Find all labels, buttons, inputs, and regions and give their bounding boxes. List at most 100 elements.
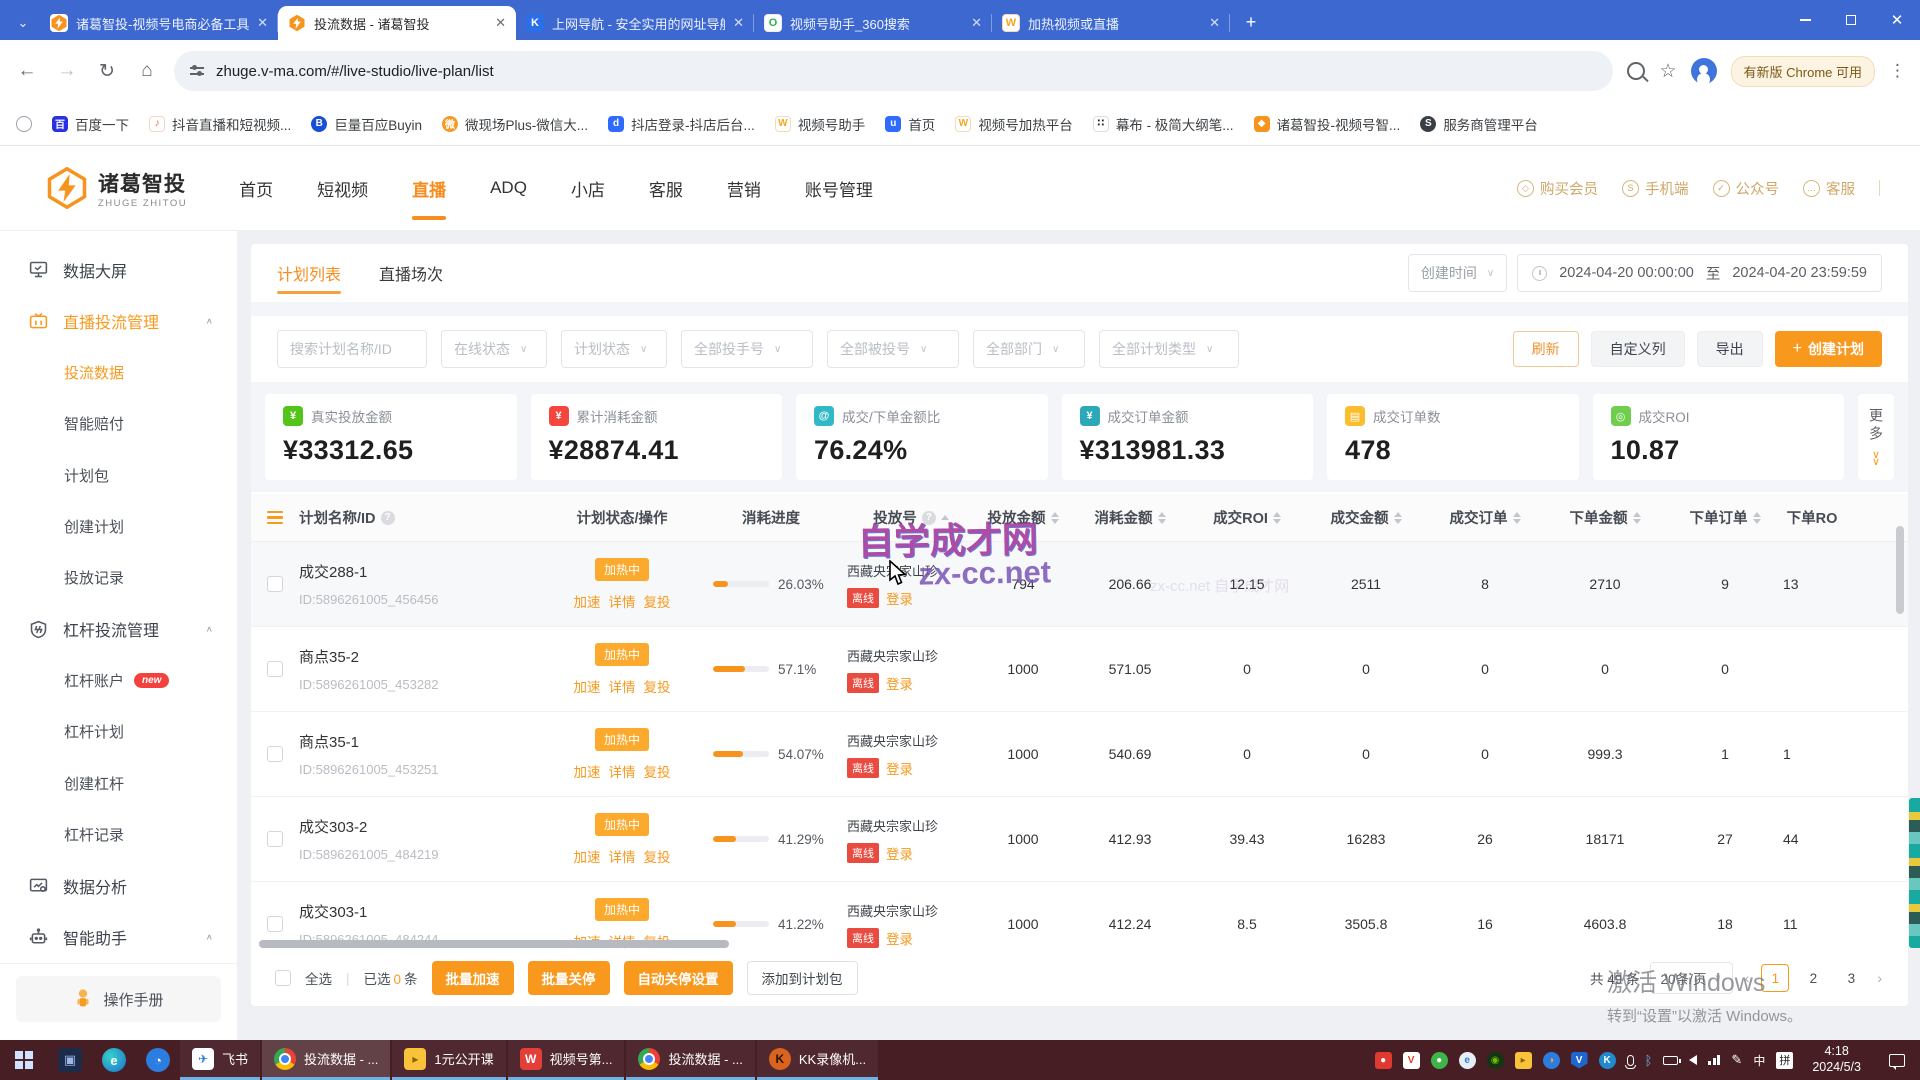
tray-mic-icon[interactable] bbox=[1627, 1055, 1634, 1066]
sidebar-item-delivery-record[interactable]: 投放记录 bbox=[0, 552, 237, 603]
col-consumed[interactable]: 消耗金额 bbox=[1071, 507, 1189, 528]
customer-service-link[interactable]: …客服 bbox=[1803, 178, 1855, 199]
re-invest-link[interactable]: 复投 bbox=[644, 761, 671, 781]
target-account-select[interactable]: 全部被投号 bbox=[827, 330, 959, 368]
back-button[interactable]: ← bbox=[14, 58, 40, 84]
plan-status-select[interactable]: 计划状态 bbox=[561, 330, 667, 368]
bookmark-item[interactable]: S服务商管理平台 bbox=[1420, 114, 1538, 134]
bookmark-item[interactable]: ♪抖音直播和短视频... bbox=[149, 114, 291, 134]
col-order-amount[interactable]: 下单金额 bbox=[1543, 507, 1667, 528]
batch-stop-button[interactable]: 批量关停 bbox=[528, 961, 610, 995]
tray-battery-icon[interactable] bbox=[1663, 1056, 1678, 1065]
sort-icons[interactable] bbox=[1753, 512, 1761, 524]
select-all-label[interactable]: 全选 bbox=[305, 968, 332, 988]
nav-service[interactable]: 客服 bbox=[649, 146, 683, 230]
browser-tab-3[interactable]: K 上网导航 - 安全实用的网址导航 ✕ bbox=[516, 6, 754, 40]
add-to-package-button[interactable]: 添加到计划包 bbox=[747, 961, 858, 995]
sidebar-item-lever-account[interactable]: 杠杆账户new bbox=[0, 655, 237, 706]
new-tab-button[interactable]: + bbox=[1236, 7, 1266, 37]
sidebar-group-lever[interactable]: 杠杆投流管理∧ bbox=[0, 604, 237, 655]
tab-search-chevron-icon[interactable]: ⌄ bbox=[6, 6, 40, 40]
re-invest-link[interactable]: 复投 bbox=[644, 676, 671, 696]
browser-tab-4[interactable]: O 视频号助手_360搜索 ✕ bbox=[754, 6, 992, 40]
nav-account[interactable]: 账号管理 bbox=[805, 146, 873, 230]
next-page-icon[interactable]: › bbox=[1875, 970, 1884, 986]
pinned-app-dark[interactable]: ▣ bbox=[48, 1040, 92, 1080]
tray-wps-icon[interactable]: V bbox=[1403, 1052, 1420, 1069]
browser-tab-2-active[interactable]: 投流数据 - 诸葛智投 ✕ bbox=[278, 6, 516, 40]
tab-close-icon[interactable]: ✕ bbox=[971, 15, 982, 31]
tray-ime[interactable]: 拼 bbox=[1776, 1052, 1793, 1069]
bookmark-item[interactable]: ◆诸葛智投-视频号智... bbox=[1254, 114, 1401, 134]
bookmark-star-icon[interactable]: ☆ bbox=[1659, 60, 1676, 83]
official-account-link[interactable]: ✓公众号 bbox=[1713, 178, 1780, 199]
tab-close-icon[interactable]: ✕ bbox=[495, 15, 506, 31]
speed-up-link[interactable]: 加速 bbox=[574, 676, 601, 696]
bookmark-item[interactable]: B巨量百应Buyin bbox=[311, 114, 422, 134]
sort-icons[interactable] bbox=[1633, 512, 1641, 524]
page-size-select[interactable]: 20条/页 bbox=[1650, 962, 1733, 994]
sort-icons[interactable] bbox=[1394, 512, 1402, 524]
minimize-button[interactable] bbox=[1782, 0, 1828, 40]
mobile-link[interactable]: S手机端 bbox=[1622, 178, 1689, 199]
horizontal-scrollbar[interactable] bbox=[259, 940, 729, 948]
nav-home[interactable]: 首页 bbox=[239, 146, 273, 230]
app-logo[interactable]: 诸葛智投 ZHUGE ZHITOU bbox=[46, 167, 187, 209]
plan-type-select[interactable]: 全部计划类型 bbox=[1099, 330, 1239, 368]
sidebar-item-lever-record[interactable]: 杠杆记录 bbox=[0, 809, 237, 860]
browser-menu-icon[interactable] bbox=[1889, 61, 1906, 81]
sidebar-item-lever-plan[interactable]: 杠杆计划 bbox=[0, 706, 237, 757]
sidebar-group-live[interactable]: 直播投流管理∧ bbox=[0, 295, 237, 346]
help-icon[interactable] bbox=[381, 511, 395, 525]
row-checkbox[interactable] bbox=[267, 831, 283, 847]
col-spend[interactable]: 投放金额 bbox=[975, 507, 1071, 528]
speed-up-link[interactable]: 加速 bbox=[574, 591, 601, 611]
table-row[interactable]: 成交288-1ID:5896261005_456456 加热中 加速详情复投 2… bbox=[251, 542, 1908, 627]
sidebar-item-create-lever[interactable]: 创建杠杆 bbox=[0, 758, 237, 809]
create-plan-button[interactable]: +创建计划 bbox=[1775, 331, 1882, 367]
auto-stop-button[interactable]: 自动关停设置 bbox=[624, 961, 733, 995]
login-link[interactable]: 登录 bbox=[886, 588, 913, 608]
nav-adq[interactable]: ADQ bbox=[490, 146, 527, 230]
columns-menu-icon[interactable] bbox=[267, 511, 283, 525]
pinned-app-browser[interactable]: ◔ bbox=[136, 1040, 180, 1080]
tray-network-icon[interactable] bbox=[1708, 1055, 1720, 1065]
tray-red-app-icon[interactable]: ● bbox=[1375, 1052, 1392, 1069]
tray-blue-app-icon[interactable]: e bbox=[1459, 1052, 1476, 1069]
bookmark-globe[interactable] bbox=[16, 116, 32, 132]
sidebar-item-data-screen[interactable]: 数据大屏 bbox=[0, 244, 237, 295]
tray-pen-icon[interactable]: ✎ bbox=[1731, 1052, 1742, 1068]
sidebar-item-plan-package[interactable]: 计划包 bbox=[0, 449, 237, 500]
sort-icons[interactable] bbox=[1513, 512, 1521, 524]
profile-avatar[interactable] bbox=[1691, 58, 1717, 84]
time-field-select[interactable]: 创建时间 bbox=[1408, 254, 1507, 292]
detail-link[interactable]: 详情 bbox=[609, 676, 636, 696]
col-order-count[interactable]: 下单订单 bbox=[1667, 507, 1783, 528]
sidebar-item-flow-data-active[interactable]: 投流数据 bbox=[0, 347, 237, 398]
sidebar-item-create-plan[interactable]: 创建计划 bbox=[0, 501, 237, 552]
more-stats-button[interactable]: 更多 ∨∨ bbox=[1858, 394, 1894, 480]
plan-search-input[interactable] bbox=[277, 330, 427, 368]
tray-green-app-icon[interactable]: ● bbox=[1431, 1052, 1448, 1069]
search-icon[interactable] bbox=[1627, 62, 1645, 80]
tab-plan-list-active[interactable]: 计划列表 bbox=[277, 244, 341, 302]
col-deal-roi[interactable]: 成交ROI bbox=[1189, 507, 1305, 528]
refresh-button[interactable]: 刷新 bbox=[1513, 331, 1579, 367]
bookmark-item[interactable]: 百百度一下 bbox=[52, 114, 129, 134]
row-checkbox[interactable] bbox=[267, 916, 283, 932]
select-all-checkbox[interactable] bbox=[275, 970, 291, 986]
bookmark-item[interactable]: W视频号助手 bbox=[775, 114, 866, 134]
help-icon[interactable] bbox=[922, 511, 936, 525]
re-invest-link[interactable]: 复投 bbox=[644, 846, 671, 866]
tray-cloud-icon[interactable]: ◑ bbox=[1543, 1052, 1560, 1069]
tray-folder-icon[interactable]: ▸ bbox=[1515, 1052, 1532, 1069]
sort-icons[interactable] bbox=[1158, 512, 1166, 524]
browser-tab-1[interactable]: 诸葛智投-视频号电商必备工具 ✕ bbox=[40, 6, 278, 40]
bookmark-item[interactable]: 微微现场Plus-微信大... bbox=[442, 114, 588, 134]
browser-tab-5[interactable]: W 加热视频或直播 ✕ bbox=[992, 6, 1230, 40]
table-row[interactable]: 商点35-1ID:5896261005_453251 加热中 加速详情复投 54… bbox=[251, 712, 1908, 797]
tray-language[interactable]: 中 bbox=[1753, 1052, 1765, 1069]
pinned-app-edge[interactable]: e bbox=[92, 1040, 136, 1080]
login-link[interactable]: 登录 bbox=[886, 928, 913, 948]
sidebar-item-data-analysis[interactable]: 数据分析 bbox=[0, 860, 237, 911]
